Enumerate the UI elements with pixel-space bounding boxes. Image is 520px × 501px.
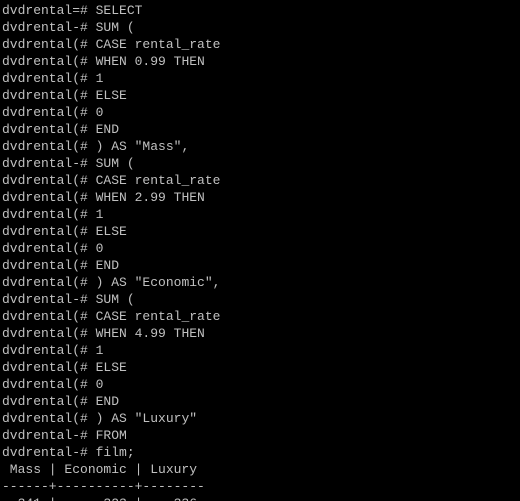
sql-text: 0 xyxy=(88,241,104,256)
psql-prompt: dvdrental(# xyxy=(2,326,88,341)
sql-line-16: dvdrental(# ) AS "Economic", xyxy=(2,274,520,291)
sql-text: film; xyxy=(88,445,135,460)
sql-text: END xyxy=(88,258,119,273)
psql-prompt: dvdrental-# xyxy=(2,428,88,443)
sql-text: CASE rental_rate xyxy=(88,309,221,324)
sql-text: ELSE xyxy=(88,360,127,375)
result-values: 341 | 323 | 336 xyxy=(2,496,197,501)
psql-prompt: dvdrental(# xyxy=(2,394,88,409)
sql-line-20: dvdrental(# 1 xyxy=(2,342,520,359)
sql-text: END xyxy=(88,122,119,137)
sql-line-24: dvdrental(# ) AS "Luxury" xyxy=(2,410,520,427)
sql-text: 0 xyxy=(88,377,104,392)
sql-text: CASE rental_rate xyxy=(88,37,221,52)
result-header-row: Mass | Economic | Luxury xyxy=(2,461,520,478)
result-divider-row: ------+----------+-------- xyxy=(2,478,520,495)
sql-line-21: dvdrental(# ELSE xyxy=(2,359,520,376)
sql-line-26: dvdrental-# film; xyxy=(2,444,520,461)
psql-prompt: dvdrental(# xyxy=(2,37,88,52)
sql-text: SUM ( xyxy=(88,292,135,307)
sql-text: SUM ( xyxy=(88,156,135,171)
psql-prompt: dvdrental(# xyxy=(2,139,88,154)
psql-prompt: dvdrental(# xyxy=(2,309,88,324)
sql-text: 1 xyxy=(88,71,104,86)
psql-prompt: dvdrental(# xyxy=(2,360,88,375)
psql-prompt: dvdrental(# xyxy=(2,411,88,426)
sql-line-11: dvdrental(# WHEN 2.99 THEN xyxy=(2,189,520,206)
psql-prompt: dvdrental(# xyxy=(2,122,88,137)
sql-line-5: dvdrental(# ELSE xyxy=(2,87,520,104)
psql-prompt: dvdrental-# xyxy=(2,20,88,35)
sql-text: WHEN 4.99 THEN xyxy=(88,326,205,341)
psql-terminal[interactable]: dvdrental=# SELECTdvdrental-# SUM (dvdre… xyxy=(0,0,520,501)
sql-text: 0 xyxy=(88,105,104,120)
sql-line-2: dvdrental(# CASE rental_rate xyxy=(2,36,520,53)
result-data-row: 341 | 323 | 336 xyxy=(2,495,520,501)
psql-prompt: dvdrental(# xyxy=(2,71,88,86)
sql-text: CASE rental_rate xyxy=(88,173,221,188)
sql-line-14: dvdrental(# 0 xyxy=(2,240,520,257)
sql-text: SUM ( xyxy=(88,20,135,35)
psql-prompt: dvdrental-# xyxy=(2,156,88,171)
psql-prompt: dvdrental(# xyxy=(2,343,88,358)
sql-line-0: dvdrental=# SELECT xyxy=(2,2,520,19)
sql-text: WHEN 2.99 THEN xyxy=(88,190,205,205)
sql-line-17: dvdrental-# SUM ( xyxy=(2,291,520,308)
sql-line-25: dvdrental-# FROM xyxy=(2,427,520,444)
sql-line-13: dvdrental(# ELSE xyxy=(2,223,520,240)
sql-line-4: dvdrental(# 1 xyxy=(2,70,520,87)
sql-line-1: dvdrental-# SUM ( xyxy=(2,19,520,36)
sql-text: WHEN 0.99 THEN xyxy=(88,54,205,69)
sql-text: 1 xyxy=(88,207,104,222)
psql-prompt: dvdrental(# xyxy=(2,54,88,69)
psql-prompt: dvdrental(# xyxy=(2,88,88,103)
psql-prompt: dvdrental(# xyxy=(2,105,88,120)
psql-prompt: dvdrental(# xyxy=(2,377,88,392)
sql-line-10: dvdrental(# CASE rental_rate xyxy=(2,172,520,189)
psql-prompt: dvdrental=# xyxy=(2,3,88,18)
sql-line-9: dvdrental-# SUM ( xyxy=(2,155,520,172)
sql-text: FROM xyxy=(88,428,127,443)
result-divider: ------+----------+-------- xyxy=(2,479,205,494)
psql-prompt: dvdrental(# xyxy=(2,241,88,256)
sql-text: ELSE xyxy=(88,88,127,103)
psql-prompt: dvdrental(# xyxy=(2,224,88,239)
sql-text: ELSE xyxy=(88,224,127,239)
sql-line-7: dvdrental(# END xyxy=(2,121,520,138)
sql-text: ) AS "Mass", xyxy=(88,139,189,154)
sql-line-6: dvdrental(# 0 xyxy=(2,104,520,121)
psql-prompt: dvdrental(# xyxy=(2,190,88,205)
sql-text: 1 xyxy=(88,343,104,358)
sql-text: ) AS "Economic", xyxy=(88,275,221,290)
sql-line-19: dvdrental(# WHEN 4.99 THEN xyxy=(2,325,520,342)
sql-text: SELECT xyxy=(88,3,143,18)
psql-prompt: dvdrental(# xyxy=(2,207,88,222)
sql-line-22: dvdrental(# 0 xyxy=(2,376,520,393)
sql-text: ) AS "Luxury" xyxy=(88,411,197,426)
psql-prompt: dvdrental-# xyxy=(2,292,88,307)
sql-text: END xyxy=(88,394,119,409)
sql-line-15: dvdrental(# END xyxy=(2,257,520,274)
psql-prompt: dvdrental-# xyxy=(2,445,88,460)
sql-line-3: dvdrental(# WHEN 0.99 THEN xyxy=(2,53,520,70)
result-header: Mass | Economic | Luxury xyxy=(2,462,197,477)
sql-line-12: dvdrental(# 1 xyxy=(2,206,520,223)
psql-prompt: dvdrental(# xyxy=(2,275,88,290)
sql-line-23: dvdrental(# END xyxy=(2,393,520,410)
psql-prompt: dvdrental(# xyxy=(2,173,88,188)
sql-line-8: dvdrental(# ) AS "Mass", xyxy=(2,138,520,155)
sql-line-18: dvdrental(# CASE rental_rate xyxy=(2,308,520,325)
psql-prompt: dvdrental(# xyxy=(2,258,88,273)
